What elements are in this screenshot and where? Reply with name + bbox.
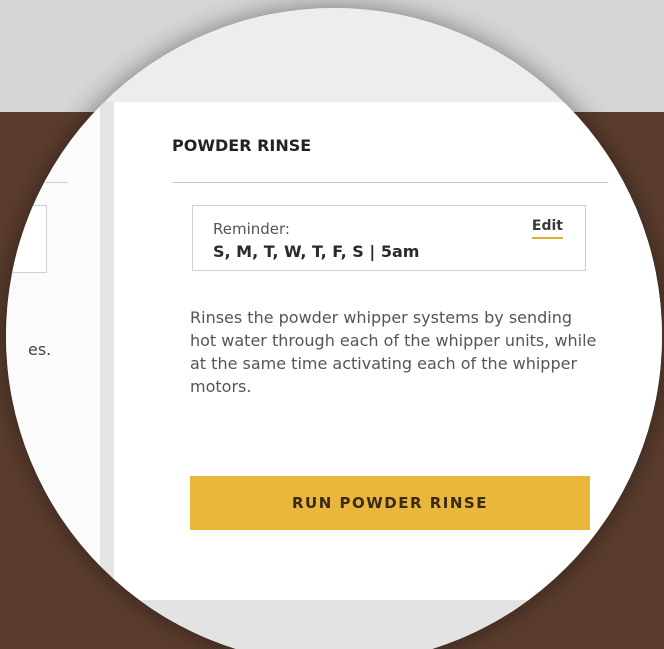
- screen: es. POWDER RINSE Reminder: S, M, T, W, T…: [0, 0, 664, 649]
- run-powder-rinse-button[interactable]: RUN POWDER RINSE: [190, 476, 590, 530]
- card-footer-shadow: [114, 600, 662, 649]
- lens-content: es. POWDER RINSE Reminder: S, M, T, W, T…: [6, 8, 662, 649]
- left-card-reminder-box: [6, 205, 47, 273]
- card-description: Rinses the powder whipper systems by sen…: [190, 308, 597, 396]
- reminder-box: Reminder: S, M, T, W, T, F, S | 5am Edit: [192, 205, 586, 271]
- reminder-label: Reminder:: [213, 220, 290, 238]
- left-card: [6, 102, 100, 649]
- card-title: POWDER RINSE: [172, 136, 312, 155]
- title-divider: [172, 182, 608, 183]
- magnifier-lens: es. POWDER RINSE Reminder: S, M, T, W, T…: [6, 8, 662, 649]
- left-card-divider: [6, 182, 68, 183]
- reminder-schedule: S, M, T, W, T, F, S | 5am: [213, 242, 420, 261]
- left-card-description: es.: [28, 340, 52, 359]
- header-area: [6, 8, 662, 102]
- card-gutter: [100, 102, 114, 649]
- edit-reminder-link[interactable]: Edit: [531, 218, 563, 239]
